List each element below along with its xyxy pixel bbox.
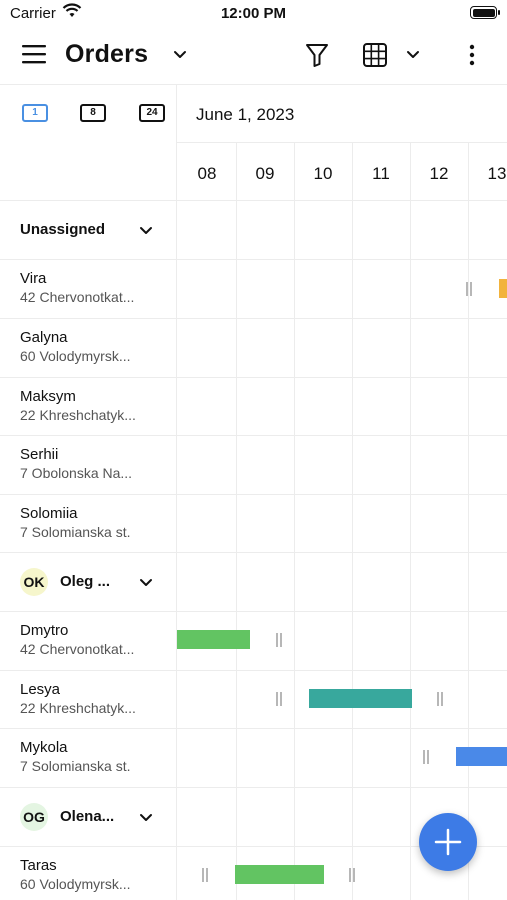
row-gridline: [0, 318, 507, 319]
grid-icon[interactable]: [361, 41, 389, 69]
list-item[interactable]: Mykola 7 Solomianska st.: [20, 739, 131, 775]
order-bar[interactable]: [177, 630, 250, 649]
hour-label: 09: [255, 164, 275, 183]
row-gridline: [0, 259, 507, 260]
chevron-down-icon[interactable]: [137, 221, 155, 239]
group-title[interactable]: Olena...: [60, 808, 114, 825]
row-gridline: [0, 377, 507, 378]
chevron-down-icon[interactable]: [170, 44, 190, 64]
date-divider: [176, 142, 507, 143]
filter-icon[interactable]: [302, 40, 332, 70]
resize-handle[interactable]: [423, 750, 429, 764]
worker-name: Dmytro: [20, 622, 69, 639]
clock: 12:00 PM: [220, 5, 287, 22]
list-item[interactable]: Dmytro 42 Chervonotkat...: [20, 622, 134, 658]
list-item[interactable]: Taras 60 Volodymyrsk...: [20, 857, 131, 893]
list-item[interactable]: Galyna 60 Volodymyrsk...: [20, 329, 131, 365]
hour-label: 13: [487, 164, 507, 183]
worker-name: Lesya: [20, 681, 61, 698]
hour-label: 08: [197, 164, 217, 183]
sidebar-divider: [176, 84, 177, 900]
resize-handle[interactable]: [466, 282, 472, 296]
timeline-date: June 1, 2023: [196, 105, 295, 124]
resize-handle[interactable]: [276, 633, 282, 647]
zoom-week-button[interactable]: 8: [80, 104, 106, 122]
plus-icon: [434, 828, 462, 856]
row-gridline: [0, 494, 507, 495]
resize-handle[interactable]: [349, 868, 355, 882]
row-gridline: [0, 552, 507, 553]
worker-name: Solomiia: [20, 505, 78, 522]
zoom-day-button[interactable]: 1: [22, 104, 48, 122]
order-bar[interactable]: [309, 689, 412, 708]
resize-handle[interactable]: [437, 692, 443, 706]
list-item[interactable]: Serhii 7 Obolonska Na...: [20, 446, 132, 482]
chevron-down-icon[interactable]: [137, 808, 155, 826]
add-order-button[interactable]: [419, 813, 477, 871]
order-bar[interactable]: [456, 747, 507, 766]
worker-address: 7 Solomianska st.: [20, 524, 131, 540]
app-bar: Orders: [0, 28, 507, 84]
worker-name: Mykola: [20, 739, 68, 756]
list-item[interactable]: Vira 42 Chervonotkat...: [20, 270, 134, 306]
worker-name: Galyna: [20, 329, 68, 346]
row-gridline: [0, 435, 507, 436]
row-gridline: [0, 728, 507, 729]
worker-name: Vira: [20, 270, 47, 287]
hour-label: 11: [372, 164, 390, 183]
list-item[interactable]: Lesya 22 Khreshchatyk...: [20, 681, 136, 717]
order-bar[interactable]: [235, 865, 324, 884]
worker-address: 7 Solomianska st.: [20, 758, 131, 774]
list-item[interactable]: Maksym 22 Khreshchatyk...: [20, 388, 136, 424]
row-gridline: [0, 670, 507, 671]
avatar: OG: [20, 803, 48, 831]
group-title[interactable]: Oleg ...: [60, 573, 110, 590]
worker-address: 42 Chervonotkat...: [20, 289, 135, 305]
worker-name: Maksym: [20, 388, 76, 405]
resize-handle[interactable]: [202, 868, 208, 882]
chevron-down-icon[interactable]: [403, 44, 423, 64]
avatar: OK: [20, 568, 48, 596]
page-title: Orders: [65, 40, 149, 68]
worker-address: 22 Khreshchatyk...: [20, 700, 136, 716]
more-vertical-icon[interactable]: [462, 40, 482, 70]
row-gridline: [0, 611, 507, 612]
row-gridline: [0, 200, 507, 201]
chevron-down-icon[interactable]: [137, 573, 155, 591]
hour-label: 10: [313, 164, 333, 183]
worker-address: 7 Obolonska Na...: [20, 465, 133, 481]
worker-name: Serhii: [20, 446, 59, 463]
app-bar-divider: [0, 84, 507, 85]
zoom-full-button[interactable]: 24: [139, 104, 165, 122]
worker-address: 22 Khreshchatyk...: [20, 407, 136, 423]
worker-address: 42 Chervonotkat...: [20, 641, 135, 657]
list-item[interactable]: Solomiia 7 Solomianska st.: [20, 505, 131, 541]
worker-address: 60 Volodymyrsk...: [20, 876, 131, 892]
worker-name: Taras: [20, 857, 57, 874]
group-title[interactable]: Unassigned: [20, 221, 105, 238]
worker-address: 60 Volodymyrsk...: [20, 348, 131, 364]
row-gridline: [0, 787, 507, 788]
battery-icon: [470, 6, 500, 19]
status-bar: Carrier 12:00 PM: [0, 0, 507, 28]
hour-label: 12: [429, 164, 449, 183]
order-bar[interactable]: [499, 279, 507, 298]
menu-icon[interactable]: [20, 42, 48, 66]
resize-handle[interactable]: [276, 692, 282, 706]
